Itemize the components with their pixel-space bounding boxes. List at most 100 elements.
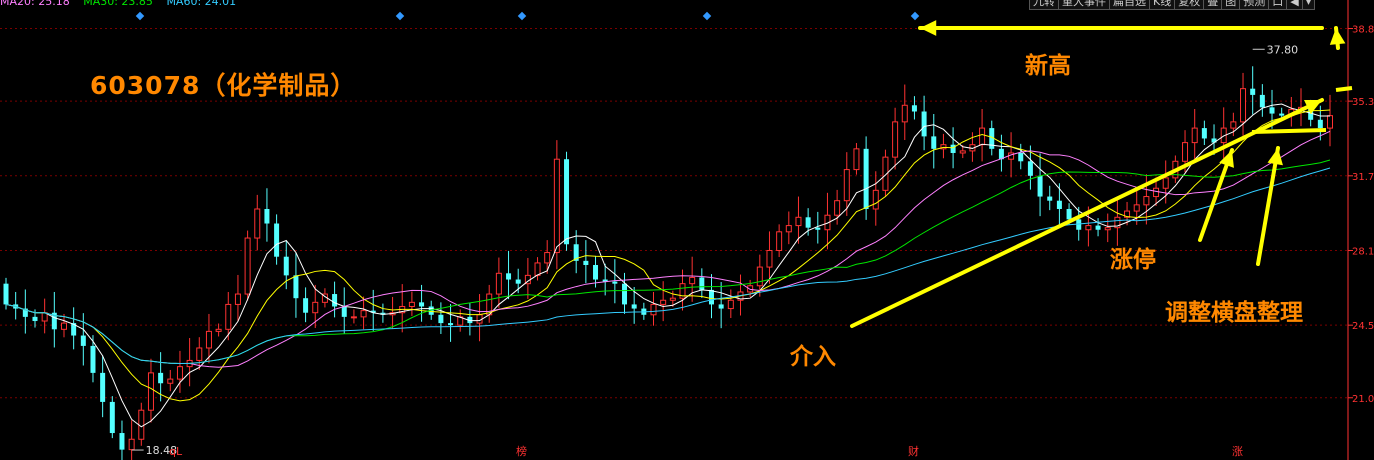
candle-body bbox=[612, 281, 618, 284]
candle-body bbox=[119, 433, 125, 450]
candle-body bbox=[785, 225, 792, 233]
candle-body bbox=[631, 304, 637, 309]
candle-body bbox=[215, 328, 222, 332]
candle-body bbox=[1240, 88, 1247, 123]
candle-body bbox=[1182, 142, 1189, 162]
candle-body bbox=[756, 266, 763, 287]
candle-body bbox=[90, 345, 96, 373]
toolbar-button-9[interactable]: ◀ bbox=[1286, 0, 1303, 10]
annotation-new-high: 新高 bbox=[1025, 53, 1071, 79]
candle-body bbox=[650, 303, 657, 316]
candle-body bbox=[815, 227, 821, 230]
toolbar-button-8[interactable]: 口 bbox=[1268, 0, 1288, 10]
candle-body bbox=[564, 159, 570, 245]
candle-body bbox=[1085, 225, 1092, 231]
candle-body bbox=[660, 299, 667, 305]
candle-body bbox=[264, 208, 270, 224]
candle-body bbox=[669, 297, 676, 301]
candle-body bbox=[863, 148, 869, 209]
candle-body bbox=[959, 150, 966, 154]
candle-body bbox=[448, 323, 454, 326]
tick-label: 21.0 bbox=[1352, 394, 1374, 405]
support-line bbox=[1251, 128, 1327, 134]
toolbar-button-2[interactable]: 扁自选 bbox=[1109, 0, 1150, 10]
price-axis: 38.8 35.3 31.7 28.1 24.5 21.0 bbox=[1347, 0, 1374, 460]
candle-body bbox=[708, 289, 714, 305]
toolbar-button-1[interactable]: 重大事件 bbox=[1058, 0, 1110, 10]
candle-body bbox=[1104, 227, 1111, 231]
candle-body bbox=[805, 217, 811, 228]
candle-body bbox=[138, 409, 145, 440]
annotation-consolidation: 调整横盘整理 bbox=[1165, 300, 1303, 326]
legend-ma30: MA30: 23.85 bbox=[83, 0, 153, 8]
candle-body bbox=[921, 111, 927, 137]
candle-body bbox=[360, 310, 367, 318]
candle-body bbox=[727, 299, 734, 310]
candle-body bbox=[312, 301, 319, 314]
candle-body bbox=[544, 252, 551, 264]
candle-body bbox=[167, 378, 174, 384]
event-diamond bbox=[517, 11, 527, 21]
candle-body bbox=[1317, 119, 1323, 129]
candle-body bbox=[332, 294, 338, 307]
candle-body bbox=[1259, 94, 1265, 108]
arrow-limit-up-head bbox=[1219, 150, 1234, 168]
candle-body bbox=[1047, 196, 1053, 201]
candle-body bbox=[1201, 128, 1207, 139]
event-label: 财 bbox=[908, 444, 919, 458]
candle-body bbox=[506, 273, 512, 280]
tick-label: 28.1 bbox=[1352, 246, 1374, 257]
event-label: qL bbox=[169, 445, 183, 458]
toolbar-button-3[interactable]: K线 bbox=[1149, 0, 1176, 10]
arrow-consolidation-head bbox=[1267, 148, 1283, 166]
tick-label: 24.5 bbox=[1352, 321, 1374, 332]
candle-body bbox=[408, 301, 415, 307]
candle-body bbox=[1250, 88, 1256, 95]
candle-body bbox=[853, 148, 860, 171]
toolbar-button-4[interactable]: 复权 bbox=[1174, 0, 1205, 10]
candle-body bbox=[205, 330, 212, 349]
candle-body bbox=[766, 249, 773, 268]
candle-body bbox=[515, 279, 521, 284]
candle-body bbox=[699, 277, 705, 290]
candle-body bbox=[872, 189, 879, 210]
candle-body bbox=[254, 208, 261, 239]
arrow-new-high-head bbox=[920, 20, 937, 36]
candle-body bbox=[350, 316, 357, 319]
candle-body bbox=[80, 335, 86, 346]
candle-body bbox=[283, 256, 289, 276]
annotation-arrows bbox=[850, 20, 1353, 328]
candle-body bbox=[931, 136, 937, 149]
candle-body bbox=[622, 283, 628, 305]
candle-body bbox=[1269, 107, 1275, 114]
candle-body bbox=[843, 169, 850, 202]
toolbar-button-6[interactable]: 图 bbox=[1221, 0, 1241, 10]
candle-body bbox=[100, 372, 106, 402]
ma-legend: MA20: 25.18 MA30: 23.85 MA60: 24.01 bbox=[0, 0, 246, 8]
candle-body bbox=[1230, 121, 1237, 129]
toolbar-button-7[interactable]: 预测 bbox=[1239, 0, 1270, 10]
candle-body bbox=[1162, 177, 1169, 189]
candle-body bbox=[293, 275, 299, 299]
high-label: 37.80 bbox=[1267, 43, 1299, 56]
toolbar-button-0[interactable]: 九转 bbox=[1029, 0, 1059, 10]
toolbar-button-10[interactable]: ▾ bbox=[1301, 0, 1316, 10]
candle-body bbox=[495, 272, 502, 295]
candle-body bbox=[341, 306, 347, 317]
candle-body bbox=[1066, 208, 1072, 220]
legend-ma60: MA60: 24.01 bbox=[166, 0, 237, 8]
candle-body bbox=[128, 438, 135, 451]
candle-body bbox=[1327, 115, 1333, 129]
candle-body bbox=[1056, 200, 1062, 209]
candle-body bbox=[234, 293, 241, 305]
candle-body bbox=[795, 216, 802, 227]
event-label: 涨 bbox=[1232, 445, 1243, 458]
candle-body bbox=[1095, 225, 1101, 230]
candle-body bbox=[60, 322, 67, 330]
event-diamond bbox=[910, 11, 920, 21]
candle-body bbox=[1191, 127, 1198, 144]
toolbar-button-5[interactable]: 叠 bbox=[1203, 0, 1223, 10]
candle-body bbox=[950, 144, 956, 153]
candle-body bbox=[834, 200, 841, 216]
event-label: 榜 bbox=[516, 444, 527, 458]
